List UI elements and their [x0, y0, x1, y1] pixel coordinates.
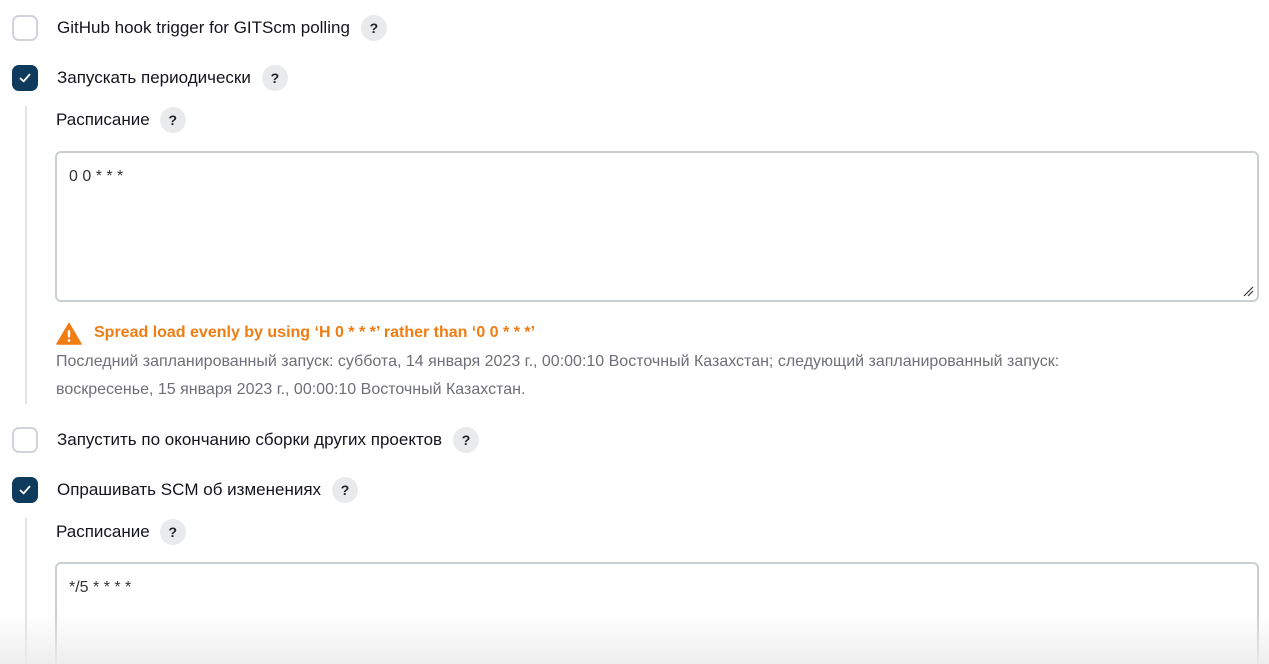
- warning-icon: [56, 322, 82, 345]
- periodic-trigger-row: Запускать периодически ?: [12, 63, 288, 93]
- periodic-schedule-info: Последний запланированный запуск: суббот…: [56, 348, 1256, 404]
- github-hook-help-icon[interactable]: ?: [360, 15, 387, 41]
- poll-scm-section-divider: [25, 518, 27, 664]
- periodic-schedule-value: 0 0 * * *: [69, 168, 124, 185]
- after-other-projects-label[interactable]: Запустить по окончанию сборки других про…: [57, 430, 442, 450]
- periodic-warning: Spread load evenly by using ‘H 0 * * *’ …: [56, 320, 535, 346]
- periodic-checkbox[interactable]: [12, 65, 38, 91]
- github-hook-trigger-row: GitHub hook trigger for GITScm polling ?: [12, 13, 387, 43]
- periodic-info-line-1: Последний запланированный запуск: суббот…: [56, 353, 1060, 370]
- github-hook-checkbox[interactable]: [12, 15, 38, 41]
- resize-handle-icon[interactable]: [1242, 285, 1254, 297]
- poll-scm-schedule-help-icon[interactable]: ?: [159, 519, 186, 545]
- poll-scm-checkbox[interactable]: [12, 477, 38, 503]
- poll-scm-label[interactable]: Опрашивать SCM об изменениях: [57, 480, 321, 500]
- checkmark-icon: [19, 73, 31, 83]
- periodic-label[interactable]: Запускать периодически: [57, 68, 251, 88]
- poll-scm-schedule-value: */5 * * * *: [69, 579, 132, 596]
- poll-scm-row: Опрашивать SCM об изменениях ?: [12, 475, 359, 505]
- after-other-projects-row: Запустить по окончанию сборки других про…: [12, 425, 480, 455]
- poll-scm-schedule-textarea[interactable]: */5 * * * *: [55, 562, 1259, 664]
- poll-scm-schedule-header: Расписание ?: [56, 517, 186, 547]
- after-other-projects-help-icon[interactable]: ?: [453, 427, 480, 453]
- github-hook-label[interactable]: GitHub hook trigger for GITScm polling: [57, 18, 350, 38]
- periodic-warning-text: Spread load evenly by using ‘H 0 * * *’ …: [94, 324, 536, 341]
- poll-scm-help-icon[interactable]: ?: [332, 477, 359, 503]
- periodic-schedule-help-icon[interactable]: ?: [159, 107, 186, 133]
- periodic-schedule-header: Расписание ?: [56, 105, 186, 135]
- checkmark-icon: [19, 485, 31, 495]
- periodic-help-icon[interactable]: ?: [261, 65, 288, 91]
- periodic-section-divider: [25, 106, 27, 404]
- periodic-info-line-2: воскресенье, 15 января 2023 г., 00:00:10…: [56, 381, 526, 398]
- build-triggers-section: GitHub hook trigger for GITScm polling ?…: [0, 0, 1269, 664]
- after-other-projects-checkbox[interactable]: [12, 427, 38, 453]
- periodic-schedule-label: Расписание: [56, 110, 150, 129]
- poll-scm-schedule-label: Расписание: [56, 522, 150, 541]
- periodic-schedule-textarea[interactable]: 0 0 * * *: [55, 151, 1259, 302]
